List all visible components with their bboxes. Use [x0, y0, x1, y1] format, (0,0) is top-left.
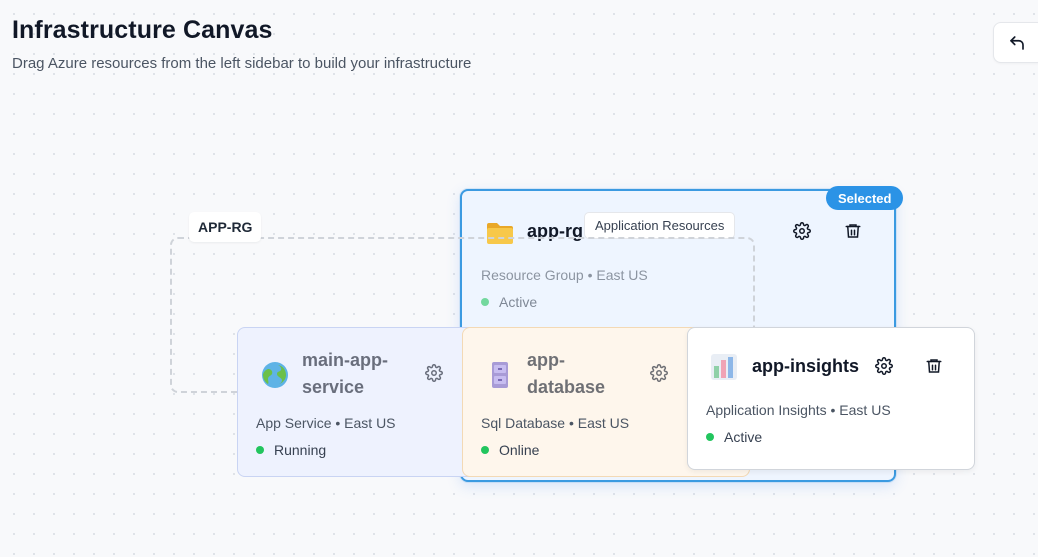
page-subtitle: Drag Azure resources from the left sideb… [12, 55, 472, 72]
resource-group-delete-button[interactable] [842, 220, 864, 242]
app-service-title-line2: service [302, 377, 365, 397]
gear-icon [875, 357, 893, 375]
page-title: Infrastructure Canvas [12, 16, 273, 44]
status-dot [481, 446, 489, 454]
insights-chart-icon [711, 354, 737, 380]
undo-icon [1010, 35, 1024, 50]
app-service-title-line1: main-app- [302, 350, 389, 370]
database-meta: Sql Database • East US [481, 415, 630, 431]
globe-icon [262, 362, 288, 388]
app-service-meta: App Service • East US [256, 415, 396, 431]
app-insights-settings-button[interactable] [873, 355, 895, 377]
app-insights-meta: Application Insights • East US [706, 402, 891, 418]
app-insights-card[interactable] [687, 327, 975, 470]
database-title-line1: app- [527, 350, 565, 370]
gear-icon [793, 222, 811, 240]
app-insights-title: app-insights [752, 356, 859, 376]
trash-icon [845, 224, 861, 238]
database-status-text: Online [499, 442, 540, 458]
app-insights-status-text: Active [724, 429, 763, 445]
database-status: Online [481, 442, 539, 458]
gear-icon [425, 364, 443, 382]
selected-badge: Selected [826, 186, 904, 210]
undo-button[interactable] [993, 22, 1038, 63]
app-service-settings-button[interactable] [423, 362, 445, 384]
app-insights-delete-button[interactable] [923, 355, 945, 377]
app-service-status-text: Running [274, 442, 327, 458]
resource-group-settings-button[interactable] [791, 220, 813, 242]
resource-group-description: Application Resources [584, 212, 736, 239]
app-service-status: Running [256, 442, 326, 458]
resource-group-label: APP-RG [189, 212, 262, 242]
gear-icon [650, 364, 668, 382]
trash-icon [926, 359, 942, 373]
app-insights-status: Active [706, 429, 762, 445]
database-settings-button[interactable] [648, 362, 670, 384]
database-title-line2: database [527, 377, 606, 397]
status-dot [706, 433, 714, 441]
database-icon [492, 362, 508, 388]
status-dot [256, 446, 264, 454]
